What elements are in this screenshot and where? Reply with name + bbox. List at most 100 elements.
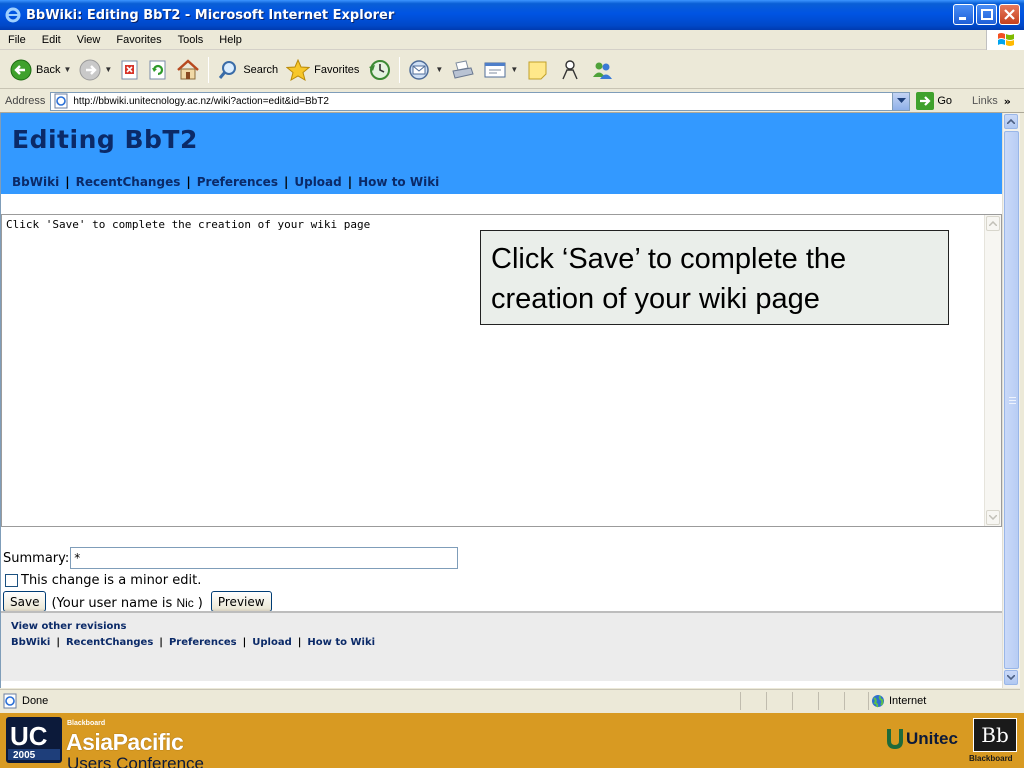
page-title: Editing BbT2: [12, 125, 198, 154]
preview-button[interactable]: Preview: [210, 591, 272, 612]
footer-link-recentchanges[interactable]: RecentChanges: [66, 637, 153, 648]
go-arrow-icon: [916, 92, 935, 110]
menu-file[interactable]: File: [0, 34, 34, 46]
footer-link-upload[interactable]: Upload: [252, 637, 291, 648]
chevron-down-icon: [1007, 675, 1015, 680]
menu-bar: File Edit View Favorites Tools Help: [0, 30, 1024, 50]
address-label: Address: [5, 95, 46, 107]
window-title: BbWiki: Editing BbT2 - Microsoft Interne…: [26, 7, 395, 23]
toolbar: Back ▼ ▼ Search Favorites ▼ ▼: [0, 51, 1024, 89]
chevron-down-icon[interactable]: ▼: [435, 65, 443, 74]
forward-arrow-icon: [79, 59, 101, 80]
wiki-nav: BbWiki | RecentChanges | Preferences | U…: [12, 175, 439, 189]
back-button[interactable]: Back ▼: [6, 55, 75, 85]
nav-separator: |: [347, 175, 353, 189]
footer-link-bbwiki[interactable]: BbWiki: [11, 637, 50, 648]
wiki-footer: View other revisions BbWiki | RecentChan…: [1, 611, 1002, 681]
summary-label: Summary:: [3, 550, 70, 566]
scroll-down-button[interactable]: [1004, 670, 1018, 685]
menu-favorites[interactable]: Favorites: [108, 34, 169, 46]
nav-link-recentchanges[interactable]: RecentChanges: [76, 175, 181, 189]
username-note-prefix: (Your user name is: [51, 595, 173, 611]
brand-main: AsiaPacific: [66, 729, 184, 755]
nav-link-how-to-wiki[interactable]: How to Wiki: [358, 175, 439, 189]
maximize-button[interactable]: [976, 4, 997, 25]
minor-edit-checkbox[interactable]: [5, 574, 18, 587]
go-button[interactable]: Go: [916, 92, 952, 110]
edit-button[interactable]: ▼: [479, 55, 522, 85]
nav-link-bbwiki[interactable]: BbWiki: [12, 175, 59, 189]
page-viewport: Editing BbT2 BbWiki | RecentChanges | Pr…: [0, 113, 1002, 688]
scroll-down-button[interactable]: [986, 510, 1000, 525]
nav-separator: |: [159, 637, 163, 648]
messenger-icon: [593, 62, 613, 79]
nav-link-preferences[interactable]: Preferences: [197, 175, 278, 189]
view-other-revisions-link[interactable]: View other revisions: [11, 621, 126, 632]
summary-input[interactable]: [70, 547, 459, 569]
footer-link-preferences[interactable]: Preferences: [169, 637, 237, 648]
edit-page-icon: [484, 62, 506, 77]
menu-help[interactable]: Help: [211, 34, 250, 46]
username: Nic: [176, 595, 194, 610]
close-button[interactable]: [999, 4, 1020, 25]
address-dropdown-button[interactable]: [892, 92, 910, 110]
uc-logo-text: UC: [10, 721, 48, 751]
scrollbar-thumb[interactable]: [1004, 131, 1019, 669]
menu-tools[interactable]: Tools: [170, 34, 212, 46]
favorites-button[interactable]: Favorites: [282, 55, 363, 85]
research-button[interactable]: [554, 55, 586, 85]
page-done-icon: [3, 693, 17, 708]
search-button[interactable]: Search: [213, 55, 282, 85]
stop-button[interactable]: [116, 55, 144, 85]
unitec-mark-icon: [887, 729, 903, 749]
footer-link-how-to-wiki[interactable]: How to Wiki: [307, 637, 375, 648]
conference-banner: UC 2005 Blackboard AsiaPacific Users Con…: [0, 713, 1024, 768]
nav-link-upload[interactable]: Upload: [294, 175, 341, 189]
chevron-down-icon[interactable]: ▼: [63, 65, 71, 74]
mail-button[interactable]: ▼: [404, 55, 447, 85]
globe-icon: [872, 695, 884, 708]
instruction-callout: Click ‘Save’ to complete the creation of…: [480, 230, 949, 325]
chevron-up-icon: [1007, 119, 1015, 124]
internet-explorer-icon: [5, 7, 21, 23]
menu-view[interactable]: View: [69, 34, 109, 46]
title-bar[interactable]: BbWiki: Editing BbT2 - Microsoft Interne…: [0, 0, 1024, 30]
links-button[interactable]: Links: [972, 95, 998, 107]
nav-separator: |: [297, 637, 302, 648]
forward-button[interactable]: ▼: [75, 55, 116, 85]
stop-icon: [121, 60, 138, 79]
brand-small: Blackboard: [67, 720, 106, 727]
status-text: Done: [22, 694, 49, 707]
scroll-up-button[interactable]: [986, 216, 1000, 231]
chevron-down-icon[interactable]: ▼: [510, 65, 518, 74]
refresh-button[interactable]: [144, 55, 172, 85]
address-input[interactable]: http://bbwiki.unitecnology.ac.nz/wiki?ac…: [50, 91, 911, 111]
address-bar: Address http://bbwiki.unitecnology.ac.nz…: [0, 90, 1024, 113]
menu-edit[interactable]: Edit: [34, 34, 69, 46]
home-button[interactable]: [172, 55, 204, 85]
note-icon: [528, 61, 547, 79]
messenger-button[interactable]: [586, 55, 618, 85]
wiki-header: Editing BbT2 BbWiki | RecentChanges | Pr…: [1, 113, 1002, 194]
status-panes: [740, 692, 870, 710]
brand-sub: Users Conference: [67, 754, 205, 768]
refresh-icon: [149, 60, 166, 79]
uc-2005-logo: UC 2005: [6, 717, 62, 763]
save-button[interactable]: Save: [3, 591, 47, 612]
chevron-right-icon[interactable]: »: [1004, 95, 1011, 108]
home-icon: [177, 58, 200, 79]
print-button[interactable]: [447, 55, 479, 85]
scroll-up-button[interactable]: [1004, 114, 1018, 129]
page-scrollbar[interactable]: [1002, 113, 1020, 688]
editor-scrollbar[interactable]: [984, 215, 1001, 526]
discuss-button[interactable]: [522, 55, 554, 85]
blackboard-wordmark: Blackboard: [969, 754, 1013, 763]
username-note-suffix: ): [197, 595, 203, 611]
chevron-down-icon[interactable]: ▼: [104, 65, 112, 74]
chevron-down-icon: [989, 515, 997, 520]
history-button[interactable]: [363, 55, 395, 85]
mail-icon: [409, 59, 430, 80]
minimize-button[interactable]: [953, 4, 974, 25]
chevron-down-icon: [896, 98, 906, 103]
toolbar-separator: [208, 56, 210, 83]
